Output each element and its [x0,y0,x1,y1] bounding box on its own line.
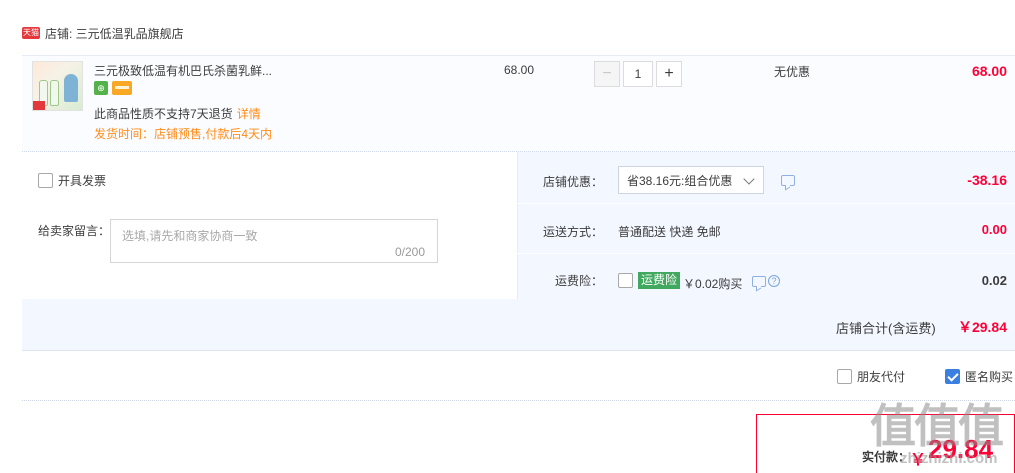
quantity-decrease-button[interactable]: − [594,61,620,87]
shop-discount-amount: -38.16 [967,172,1007,188]
divider [517,253,1015,254]
invoice-option[interactable]: 开具发票 [38,172,106,189]
friend-pay-label: 朋友代付 [857,370,906,384]
anonymous-label: 匿名购买 [965,370,1014,384]
return-notice: 此商品性质不支持7天退货 详情 [94,105,261,122]
shipping-amount: 0.00 [981,222,1007,237]
quantity-increase-button[interactable]: + [656,61,682,87]
insurance-price: ￥0.02购买 [683,277,743,291]
shipping-method: 普通配送 快递 免邮 [618,225,721,239]
insurance-icons: ? [752,275,780,287]
tmall-badge-icon: 天猫 [22,27,40,39]
shipping-label: 运送方式： [543,225,604,239]
detail-link[interactable]: 详情 [237,107,261,121]
insurance-badge: 运费险 [638,272,681,289]
chat-icon[interactable] [752,275,766,287]
store-name[interactable]: 店铺: 三元低温乳品旗舰店 [45,25,184,42]
quantity-stepper: − 1 + [594,61,682,87]
invoice-checkbox[interactable] [38,173,53,188]
watermark-site: zhizhizhi.com [900,450,998,467]
item-subtotal: 68.00 [971,63,1007,79]
insurance-amount: 0.02 [981,273,1007,288]
friend-pay-option[interactable]: 朋友代付 [837,368,905,385]
divider [22,400,1015,401]
unit-price: 68.00 [504,63,535,77]
insurance-label: 运费险： [555,274,604,288]
shop-discount-label: 店铺优惠： [543,175,604,189]
anonymous-checkbox[interactable] [945,369,960,384]
chat-icon[interactable] [781,175,795,186]
service-badge-icon[interactable]: ⊕ [94,81,108,95]
card-payment-icon[interactable] [112,81,132,95]
store-header: 天猫 店铺: 三元低温乳品旗舰店 [22,24,184,42]
insurance-option[interactable] [618,273,633,291]
product-tags: ⊕ [94,81,132,95]
product-title[interactable]: 三元极致低温有机巴氏杀菌乳鲜... [94,62,272,79]
message-label: 给卖家留言： [38,224,111,238]
chevron-down-icon [743,173,755,185]
ship-time: 发货时间：店铺预售,付款后4天内 [94,127,273,141]
anonymous-purchase-option[interactable]: 匿名购买 [945,368,1013,385]
divider [517,203,1015,204]
product-thumbnail[interactable] [32,61,83,111]
product-image-bottle [50,80,59,106]
quantity-input[interactable]: 1 [623,61,653,87]
shop-total-label: 店铺合计(含运费) [836,321,936,336]
product-image-tag [33,101,45,110]
friend-pay-checkbox[interactable] [837,369,852,384]
message-char-count: 0/200 [395,245,426,259]
message-placeholder: 选填,请先和商家协商一致 [122,229,258,243]
item-discount: 无优惠 [774,65,811,79]
help-icon[interactable]: ? [768,275,780,287]
shop-discount-chat[interactable] [781,175,795,186]
insurance-checkbox[interactable] [618,273,633,288]
product-image-figure [64,74,78,102]
shop-discount-value: 省38.16元:组合优惠 [627,173,733,188]
shop-total-value: ￥29.84 [957,319,1007,335]
shop-discount-select[interactable]: 省38.16元:组合优惠 [618,166,764,194]
invoice-label: 开具发票 [58,174,107,188]
return-notice-text: 此商品性质不支持7天退货 [94,107,233,121]
watermark-logo: 值值值 [870,399,1004,453]
